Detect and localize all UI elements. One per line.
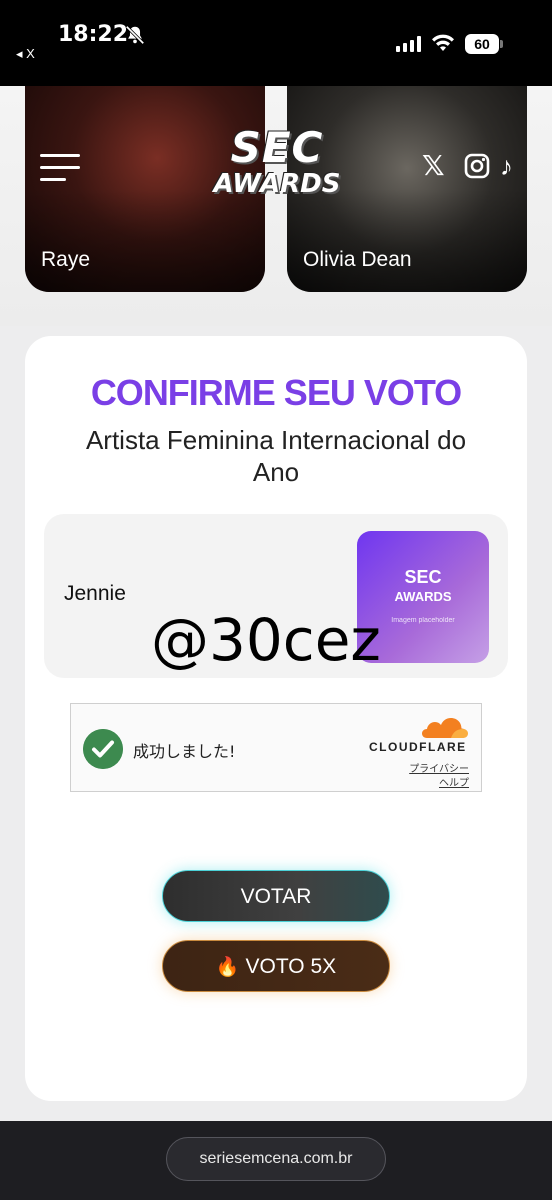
check-circle-icon [83,729,123,769]
vote-5x-label: VOTO 5X [245,955,337,978]
confirm-title: CONFIRME SEU VOTO [90,372,462,413]
cloudflare-captcha[interactable]: 成功しました! CLOUDFLARE プライバシー ヘルプ [70,703,482,792]
cellular-signal-icon [396,36,421,52]
watermark: @30cez [151,606,381,674]
artist-name: Olivia Dean [303,248,412,271]
url-field[interactable]: seriesemcena.com.br [166,1137,386,1181]
back-to-app-link[interactable]: ◂ X [16,46,35,62]
captcha-status: 成功しました! [133,742,236,761]
x-icon[interactable]: 𝕏 [422,152,450,180]
tiktok-icon[interactable]: ♪ [500,152,528,180]
battery-indicator: 60 [465,34,503,54]
wifi-icon [432,34,454,51]
privacy-link[interactable]: プライバシー [409,760,469,775]
image-sec: SEC [404,567,442,587]
help-link[interactable]: ヘルプ [439,774,469,789]
status-time: 18:22 [58,22,129,47]
category-name: Artista Feminina Internacional do Ano [85,425,467,487]
candidate-name: Jennie [64,582,126,605]
fire-icon: 🔥 [215,957,240,978]
image-awards: AWARDS [394,589,452,604]
vote-confirmation-card: CONFIRME SEU VOTO Artista Feminina Inter… [25,336,527,1101]
header-area: Raye Olivia Dean SEC AWARDS 𝕏 ♪ [0,86,552,326]
artist-name: Raye [41,248,91,271]
battery-tip [500,40,503,48]
vote-button[interactable]: VOTAR [162,870,390,922]
battery-level: 60 [465,34,499,54]
status-bar: 18:22 ◂ X 60 [0,0,552,86]
sec-awards-logo[interactable]: SEC AWARDS [210,126,344,210]
vote-5x-button[interactable]: 🔥 VOTO 5X [162,940,390,992]
logo-top: SEC [230,123,324,172]
logo-bottom: AWARDS [213,169,341,199]
cloudflare-cloud-icon [422,718,468,738]
browser-url-bar: seriesemcena.com.br [0,1121,552,1200]
cloudflare-brand: CLOUDFLARE [369,740,467,754]
instagram-icon[interactable] [463,152,491,180]
hamburger-menu-icon[interactable] [40,154,80,182]
bell-off-icon [125,25,145,45]
